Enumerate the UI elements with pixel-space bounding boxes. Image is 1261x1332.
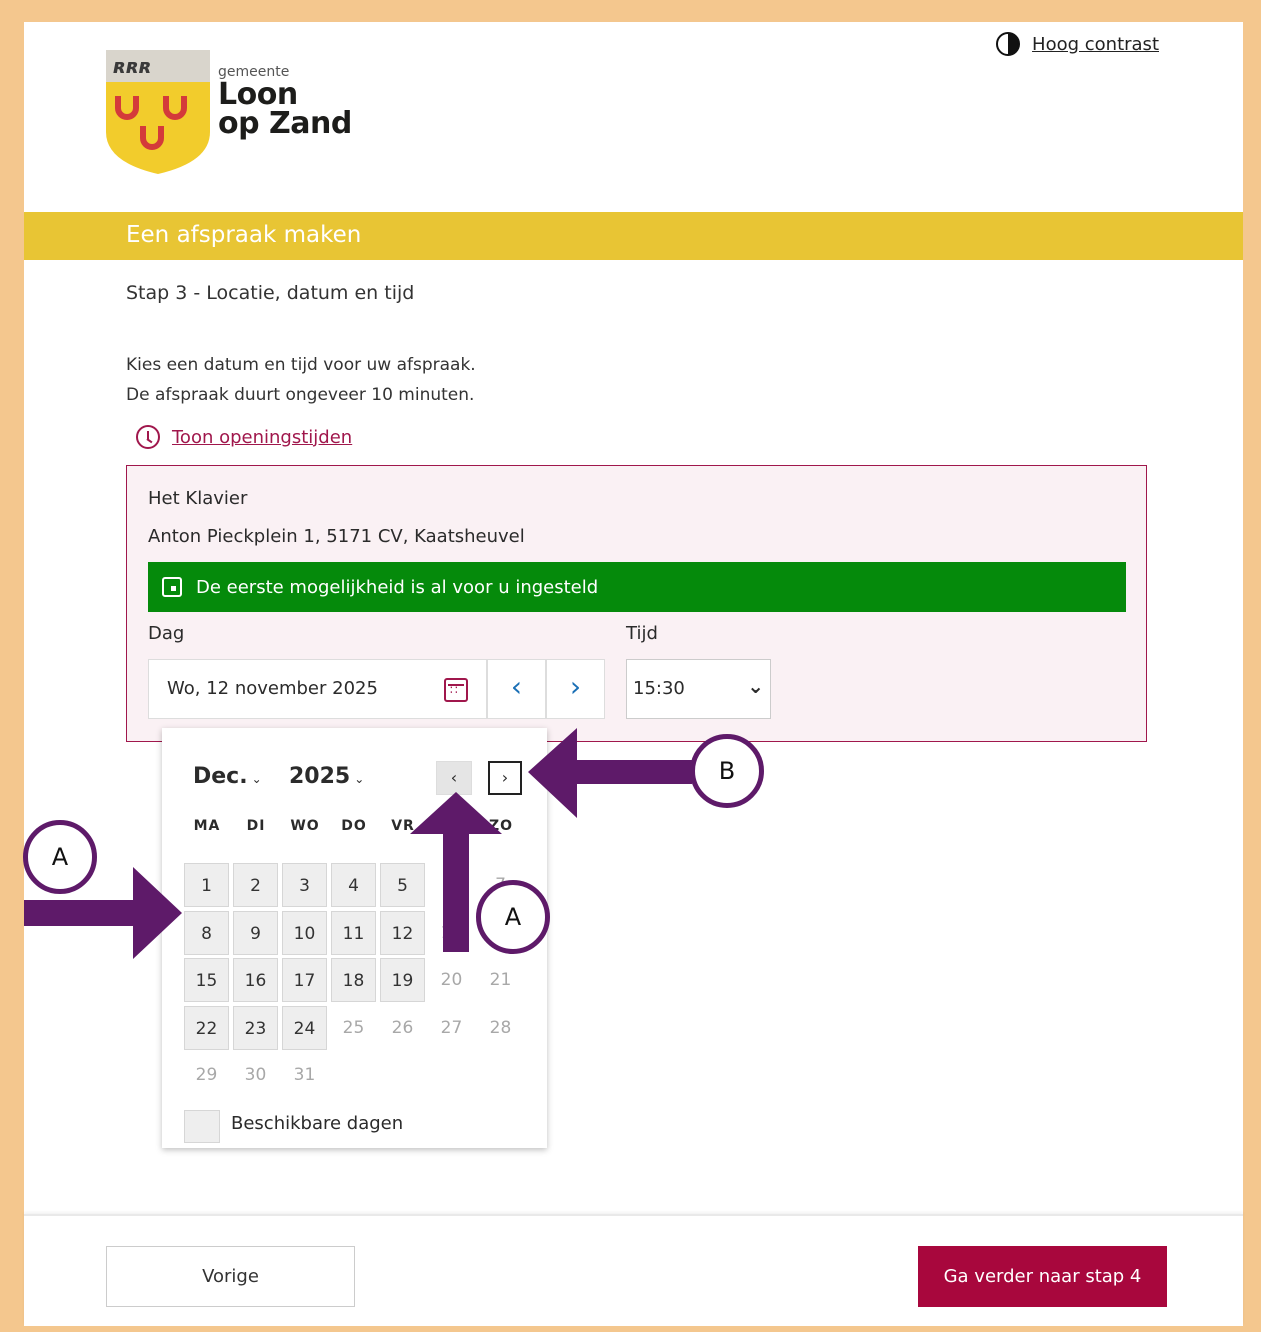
location-address: Anton Pieckplein 1, 5171 CV, Kaatsheuvel (148, 526, 525, 547)
opening-hours-toggle[interactable]: Toon openingstijden (136, 425, 352, 449)
high-contrast-toggle[interactable]: Hoog contrast (996, 32, 1159, 56)
calendar-day-unavailable: 21 (489, 970, 512, 990)
logo-name: Loon op Zand (218, 77, 352, 141)
previous-button[interactable]: Vorige (106, 1246, 355, 1307)
chevron-down-icon: ⌄ (251, 772, 262, 786)
calendar-day-available[interactable]: 3 (282, 863, 327, 907)
previous-month-button[interactable]: ‹ (436, 761, 472, 795)
time-value: 15:30 (633, 678, 685, 699)
day-label: Dag (148, 623, 185, 644)
calendar-day-unavailable: 29 (195, 1065, 218, 1085)
logo-crest-top: ʀʀʀ (106, 50, 210, 82)
weekday-header: WO (290, 818, 320, 834)
logo-shield-icon (106, 82, 210, 174)
time-select[interactable]: 15:30 ⌄ (626, 659, 771, 719)
calendar-day-available[interactable]: 11 (331, 911, 376, 955)
calendar-day-available[interactable]: 2 (233, 863, 278, 907)
legend-label: Beschikbare dagen (231, 1113, 404, 1134)
calendar-day-unavailable: 20 (440, 970, 463, 990)
weekday-header: DI (246, 818, 266, 834)
calendar-day-available[interactable]: 23 (233, 1006, 278, 1050)
year-select[interactable]: 2025 ⌄ (289, 764, 364, 789)
calendar-icon (162, 577, 182, 597)
calendar-day-unavailable: 25 (342, 1018, 365, 1038)
chevron-down-icon: ⌄ (747, 674, 764, 698)
calendar-day-unavailable: 28 (489, 1018, 512, 1038)
location-panel: Het Klavier Anton Pieckplein 1, 5171 CV,… (126, 465, 1147, 742)
calendar-day-unavailable: 31 (293, 1065, 316, 1085)
legend-swatch (184, 1110, 220, 1143)
calendar-day-available[interactable]: 18 (331, 958, 376, 1002)
chevron-down-icon: ⌄ (354, 772, 365, 786)
calendar-day-available[interactable]: 4 (331, 863, 376, 907)
weekday-header: DO (341, 818, 367, 834)
calendar-day-available[interactable]: 10 (282, 911, 327, 955)
annotation-label-a-mid: A (476, 880, 550, 954)
date-value: Wo, 12 november 2025 (167, 678, 378, 699)
weekday-header: VR (391, 818, 415, 834)
calendar-day-unavailable: 13 (440, 923, 463, 943)
calendar-day-unavailable: 26 (391, 1018, 414, 1038)
clock-icon (136, 425, 160, 449)
date-input[interactable]: Wo, 12 november 2025 (148, 659, 487, 719)
calendar-day-available[interactable]: 15 (184, 958, 229, 1002)
logo-birds: ʀʀʀ (114, 54, 153, 78)
date-picker-icon[interactable] (444, 678, 468, 702)
calendar-day-available[interactable]: 1 (184, 863, 229, 907)
calendar-day-unavailable: 30 (244, 1065, 267, 1085)
calendar-day-available[interactable]: 16 (233, 958, 278, 1002)
intro-line-1: Kies een datum en tijd voor uw afspraak. (126, 355, 476, 375)
weekday-header: ZA (440, 818, 464, 834)
month-select[interactable]: Dec. ⌄ (193, 764, 262, 789)
annotation-label-b: B (690, 734, 764, 808)
calendar-day-unavailable: 27 (440, 1018, 463, 1038)
location-name: Het Klavier (148, 488, 248, 509)
calendar-day-available[interactable]: 22 (184, 1006, 229, 1050)
opening-hours-link[interactable]: Toon openingstijden (172, 427, 352, 448)
previous-day-button[interactable]: ‹ (487, 659, 546, 719)
page-title: Een afspraak maken (126, 222, 362, 248)
calendar-day-available[interactable]: 12 (380, 911, 425, 955)
next-day-button[interactable]: › (546, 659, 605, 719)
first-option-notice: De eerste mogelijkheid is al voor u inge… (148, 562, 1126, 612)
notice-text: De eerste mogelijkheid is al voor u inge… (196, 576, 599, 598)
calendar-day-available[interactable]: 17 (282, 958, 327, 1002)
intro-line-2: De afspraak duurt ongeveer 10 minuten. (126, 385, 475, 405)
contrast-icon (996, 32, 1021, 56)
page-banner: Een afspraak maken (24, 212, 1243, 260)
calendar-day-available[interactable]: 5 (380, 863, 425, 907)
calendar-day-available[interactable]: 19 (380, 958, 425, 1002)
continue-button[interactable]: Ga verder naar stap 4 (918, 1246, 1167, 1307)
calendar-day-available[interactable]: 8 (184, 911, 229, 955)
step-title: Stap 3 - Locatie, datum en tijd (126, 282, 415, 304)
calendar-day-unavailable: 6 (446, 875, 457, 895)
next-month-button[interactable]: › (488, 761, 522, 795)
intro-text: Kies een datum en tijd voor uw afspraak.… (126, 350, 476, 410)
footer-bar: Vorige Ga verder naar stap 4 (24, 1214, 1243, 1326)
weekday-header: ZO (488, 818, 514, 834)
weekday-header: MA (193, 818, 221, 834)
page-frame: ʀʀʀ gemeente Loon op Zand Hoog contrast … (24, 22, 1243, 1326)
annotation-label-a-left: A (23, 820, 97, 894)
time-label: Tijd (626, 623, 658, 644)
calendar-day-available[interactable]: 9 (233, 911, 278, 955)
high-contrast-link[interactable]: Hoog contrast (1032, 34, 1159, 55)
municipality-logo[interactable]: ʀʀʀ gemeente Loon op Zand (106, 50, 366, 175)
calendar-day-available[interactable]: 24 (282, 1006, 327, 1050)
